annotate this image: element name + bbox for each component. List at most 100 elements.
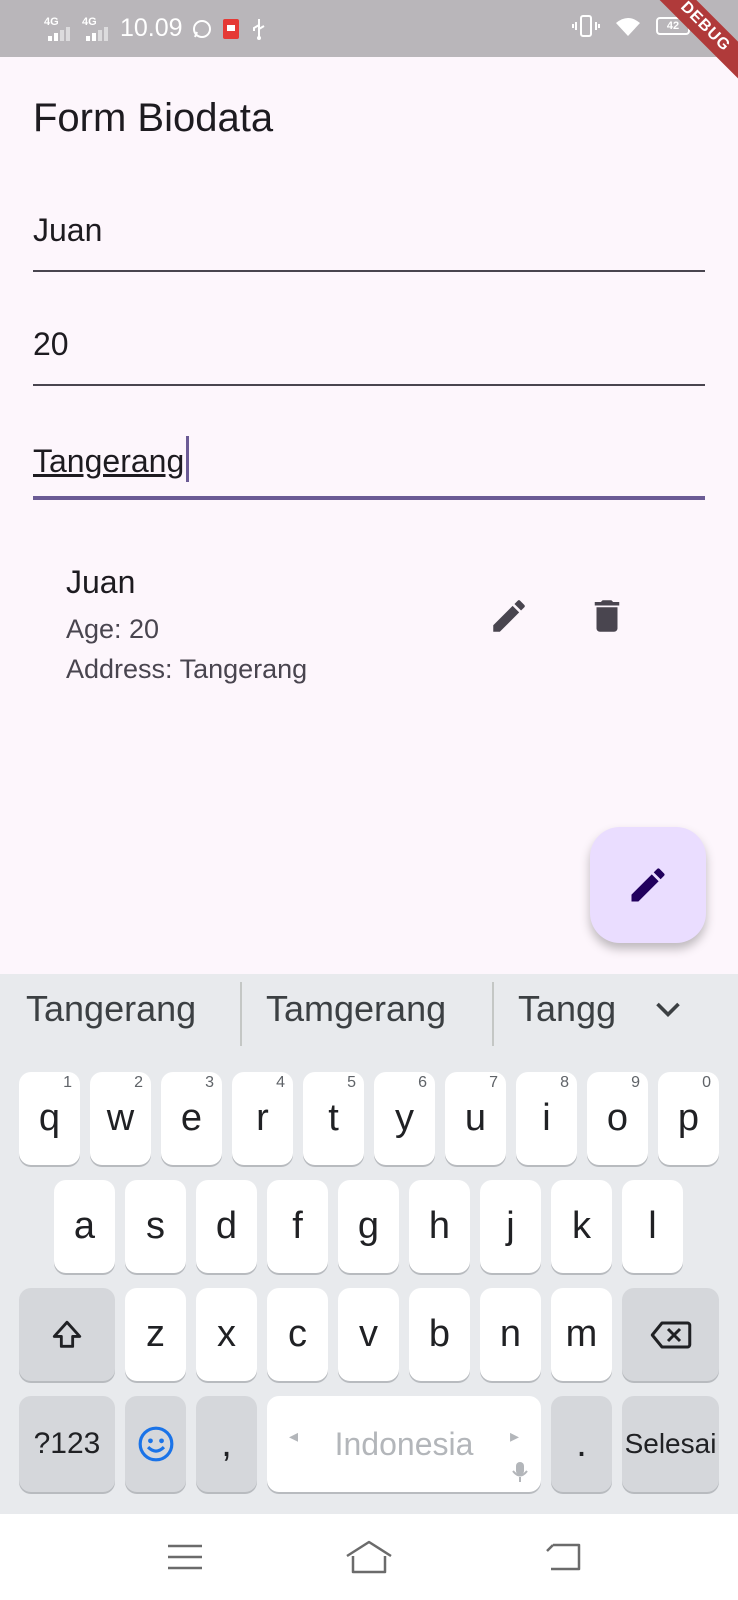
key-c[interactable]: c [267, 1288, 328, 1381]
key-r[interactable]: r4 [232, 1072, 293, 1165]
home-button[interactable] [334, 1532, 404, 1582]
age-field-value: 20 [33, 326, 69, 362]
comma-key[interactable]: , [196, 1396, 257, 1492]
key-d[interactable]: d [196, 1180, 257, 1273]
edit-icon [631, 868, 665, 902]
clock: 10.09 [120, 14, 183, 42]
symbols-key[interactable]: ?123 [19, 1396, 115, 1492]
address-field-value: Tangerang [33, 436, 190, 482]
key-hint: 4 [276, 1074, 285, 1091]
microphone-icon [512, 1462, 528, 1482]
chevron-down-icon [656, 1002, 680, 1018]
key-h[interactable]: h [409, 1180, 470, 1273]
period-key[interactable]: . [551, 1396, 612, 1492]
key-o[interactable]: o9 [587, 1072, 648, 1165]
list-item-address: Address: Tangerang [66, 654, 308, 684]
suggestion-item[interactable]: Tangerang [26, 988, 196, 1030]
key-label: e [180, 1097, 203, 1139]
list-item-age: Age: 20 [66, 614, 160, 644]
key-i[interactable]: i8 [516, 1072, 577, 1165]
key-p[interactable]: p0 [658, 1072, 719, 1165]
key-a[interactable]: a [54, 1180, 115, 1273]
expand-suggestions-button[interactable] [650, 992, 686, 1033]
key-t[interactable]: t5 [303, 1072, 364, 1165]
key-hint: 9 [631, 1074, 640, 1091]
emoji-icon [138, 1426, 173, 1462]
key-hint: 6 [418, 1074, 427, 1091]
address-field[interactable]: Tangerang [33, 436, 705, 500]
backspace-key[interactable] [622, 1288, 719, 1381]
done-key[interactable]: Selesai [622, 1396, 719, 1492]
edit-fab[interactable] [590, 827, 706, 943]
key-hint: 0 [702, 1074, 711, 1091]
key-b[interactable]: b [409, 1288, 470, 1381]
address-field-text: Tangerang [33, 443, 185, 479]
suggestion-divider [240, 982, 242, 1046]
key-s[interactable]: s [125, 1180, 186, 1273]
key-hint: 8 [560, 1074, 569, 1091]
suggestion-item[interactable]: Tamgerang [266, 988, 446, 1030]
usb-icon [252, 18, 265, 40]
age-field[interactable]: 20 [33, 326, 705, 386]
key-n[interactable]: n [480, 1288, 541, 1381]
language-next-arrow: ▸ [509, 1426, 519, 1446]
key-x[interactable]: x [196, 1288, 257, 1381]
name-field-value: Juan [33, 212, 103, 248]
vibrate-icon [572, 15, 600, 37]
key-j[interactable]: j [480, 1180, 541, 1273]
suggestion-strip: Tangerang Tamgerang Tangg [0, 974, 738, 1046]
menu-icon [168, 1544, 202, 1570]
home-icon [346, 1540, 392, 1574]
suggestion-item[interactable]: Tangg [518, 988, 626, 1030]
edit-button[interactable] [481, 588, 537, 644]
edit-icon [493, 600, 525, 632]
space-key[interactable]: ◂ Indonesia ▸ [267, 1396, 541, 1492]
name-field[interactable]: Juan [33, 212, 705, 272]
signal-icon: 4G [44, 16, 74, 42]
key-u[interactable]: u7 [445, 1072, 506, 1165]
key-m[interactable]: m [551, 1288, 612, 1381]
key-hint: 2 [134, 1074, 143, 1091]
key-l[interactable]: l [622, 1180, 683, 1273]
key-k[interactable]: k [551, 1180, 612, 1273]
language-prev-arrow: ◂ [289, 1426, 299, 1446]
key-g[interactable]: g [338, 1180, 399, 1273]
app-notification-icon [222, 18, 239, 39]
navigation-bar [0, 1514, 738, 1600]
suggestion-divider [492, 982, 494, 1046]
key-label: r [256, 1097, 269, 1139]
key-label: w [106, 1097, 135, 1139]
list-item: Juan Age: 20 Address: Tangerang [0, 548, 738, 688]
key-v[interactable]: v [338, 1288, 399, 1381]
recent-apps-button[interactable] [150, 1532, 220, 1582]
key-hint: 3 [205, 1074, 214, 1091]
key-label: o [606, 1097, 629, 1139]
battery-level: 42 [666, 20, 680, 32]
key-label: y [395, 1097, 414, 1139]
emoji-key[interactable] [125, 1396, 186, 1492]
key-y[interactable]: y6 [374, 1072, 435, 1165]
on-screen-keyboard: Tangerang Tamgerang Tangg q1 w2 e3 r4 t5… [0, 974, 738, 1514]
key-e[interactable]: e3 [161, 1072, 222, 1165]
key-label: p [677, 1097, 700, 1139]
key-f[interactable]: f [267, 1180, 328, 1273]
key-w[interactable]: w2 [90, 1072, 151, 1165]
signal-icon: 4G [82, 16, 112, 42]
delete-button[interactable] [579, 588, 635, 644]
key-label: u [464, 1097, 487, 1139]
trash-icon [594, 600, 620, 632]
address-field-underline [33, 496, 705, 500]
key-label: t [328, 1097, 339, 1139]
back-button[interactable] [528, 1532, 598, 1582]
whatsapp-icon [192, 19, 211, 38]
status-bar: 4G 4G 10.09 42 DEBUG [0, 0, 738, 90]
back-icon [546, 1543, 581, 1571]
status-right: 42 [572, 14, 690, 38]
status-left: 4G 4G 10.09 [44, 14, 269, 43]
key-q[interactable]: q1 [19, 1072, 80, 1165]
key-z[interactable]: z [125, 1288, 186, 1381]
shift-icon [52, 1320, 82, 1348]
key-hint: 5 [347, 1074, 356, 1091]
shift-key[interactable] [19, 1288, 115, 1381]
name-field-underline [33, 270, 705, 272]
